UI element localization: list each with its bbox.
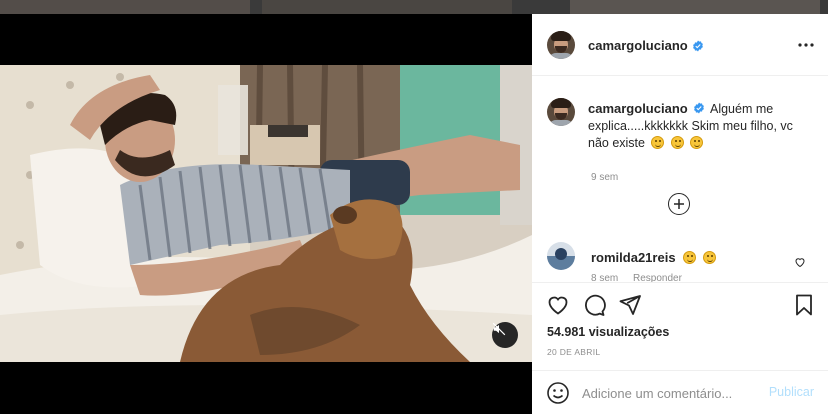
background-page-strip: [0, 0, 828, 14]
heart-icon[interactable]: [546, 293, 570, 317]
reply-button[interactable]: Responder: [633, 273, 682, 282]
view-count[interactable]: 54.981 visualizações: [547, 325, 669, 339]
post-media-area: [0, 14, 532, 414]
post-actions-bar: 54.981 visualizações 20 DE ABRIL: [532, 282, 828, 374]
grinning-emoji-icon: [670, 136, 684, 149]
comments-section: camargoluciano Alguém me explica.....kkk…: [532, 76, 828, 282]
post-details-panel: camargoluciano camargoluciano Alguém me …: [532, 14, 828, 414]
commenter-username[interactable]: romilda21reis: [591, 250, 676, 265]
verified-badge-icon: [694, 102, 705, 114]
smiley-icon[interactable]: [546, 381, 570, 405]
commenter-avatar[interactable]: [547, 242, 575, 270]
add-comment-bar: Publicar: [532, 370, 828, 414]
muted-speaker-icon: [492, 322, 506, 336]
background-thumbnail: [0, 0, 250, 14]
author-avatar[interactable]: [547, 31, 575, 59]
post-caption: camargoluciano Alguém me explica.....kkk…: [588, 100, 814, 152]
comment-body: romilda21reis: [591, 250, 716, 265]
caption-author-username[interactable]: camargoluciano: [588, 101, 688, 116]
post-date[interactable]: 20 DE ABRIL: [547, 347, 600, 357]
comment-timestamp[interactable]: 8 sem: [591, 273, 618, 282]
load-more-comments-button[interactable]: [668, 193, 690, 215]
post-header: camargoluciano: [532, 14, 828, 76]
paper-plane-icon[interactable]: [618, 293, 642, 317]
comment-bubble-icon[interactable]: [582, 293, 606, 317]
grinning-emoji-icon: [690, 136, 704, 149]
more-options-icon[interactable]: [796, 38, 816, 52]
background-thumbnail: [570, 0, 820, 14]
author-info: camargoluciano: [588, 38, 704, 53]
comment-meta: 8 sem Responder: [591, 273, 694, 282]
grinning-emoji-icon: [651, 136, 665, 149]
caption-timestamp[interactable]: 9 sem: [591, 172, 618, 183]
laughing-emoji-icon: [702, 251, 716, 264]
verified-badge-icon: [692, 40, 703, 51]
bookmark-icon[interactable]: [792, 293, 816, 317]
video-frame: [0, 65, 532, 362]
comment-input[interactable]: [582, 382, 762, 404]
post-video[interactable]: [0, 65, 532, 362]
publish-button[interactable]: Publicar: [769, 385, 814, 399]
caption-author-avatar[interactable]: [547, 98, 575, 126]
plus-circle-icon: [674, 199, 684, 209]
heart-eyes-emoji-icon: [683, 251, 697, 264]
comment-like-heart-icon[interactable]: [794, 256, 806, 268]
background-thumbnail: [262, 0, 512, 14]
mute-toggle-button[interactable]: [492, 322, 518, 348]
author-username[interactable]: camargoluciano: [588, 38, 688, 53]
